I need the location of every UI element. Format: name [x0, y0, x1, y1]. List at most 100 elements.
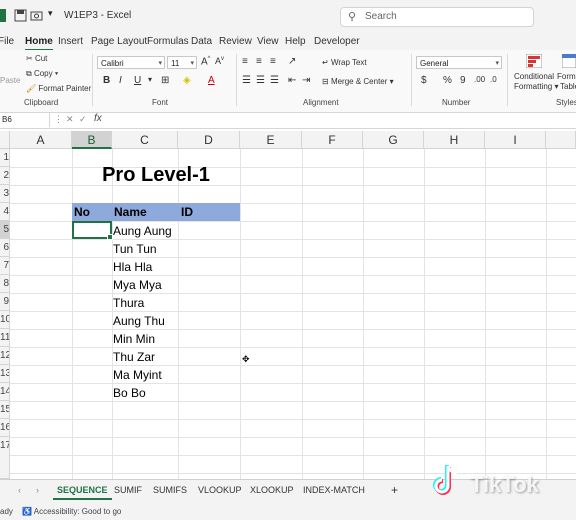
column-header-d[interactable]: D: [178, 131, 240, 149]
wrap-text-button[interactable]: ↵ Wrap Text: [322, 58, 367, 67]
row-header-2[interactable]: 2: [0, 167, 10, 185]
row-header-12[interactable]: 12: [0, 347, 10, 365]
header-id-cell[interactable]: ID: [179, 203, 193, 221]
scroll-tabs-left-icon[interactable]: ‹: [18, 485, 21, 495]
decrease-indent-icon[interactable]: ⇤: [288, 75, 296, 86]
name-cell[interactable]: Thura: [113, 294, 144, 312]
name-cell[interactable]: Mya Mya: [113, 276, 162, 294]
column-header-i[interactable]: I: [485, 131, 546, 149]
conditional-formatting-button-2[interactable]: Formatting ▾: [514, 82, 558, 91]
sheet-title-cell[interactable]: Pro Level-1: [72, 164, 240, 187]
fill-color-icon[interactable]: ◈: [183, 75, 191, 86]
column-header-b[interactable]: B: [72, 131, 112, 149]
italic-button[interactable]: I: [119, 75, 122, 86]
sheet-tab-xlookup[interactable]: XLOOKUP: [250, 485, 294, 495]
align-center-icon[interactable]: ☰: [256, 75, 265, 86]
format-painter-button[interactable]: 🖌 Format Painter: [26, 84, 91, 93]
font-color-icon[interactable]: A: [208, 75, 215, 86]
row-header-1[interactable]: 1: [0, 149, 10, 167]
name-box[interactable]: B6: [0, 113, 50, 127]
merge-center-button[interactable]: ⊟ Merge & Center ▾: [322, 77, 394, 86]
align-right-icon[interactable]: ☰: [270, 75, 279, 86]
format-as-table-button-2[interactable]: Table: [560, 82, 576, 91]
tab-data[interactable]: Data: [191, 36, 212, 47]
underline-dropdown[interactable]: ▾: [148, 75, 152, 84]
row-header-4[interactable]: 4: [0, 203, 10, 221]
column-header-h[interactable]: H: [424, 131, 485, 149]
increase-decimal-icon[interactable]: .00: [474, 75, 485, 84]
column-header-c[interactable]: C: [112, 131, 178, 149]
name-cell[interactable]: Aung Thu: [113, 312, 165, 330]
row-header-9[interactable]: 9: [0, 293, 10, 311]
tab-insert[interactable]: Insert: [58, 36, 83, 47]
comma-button[interactable]: 9: [460, 75, 466, 86]
format-as-table-button[interactable]: Forma: [557, 72, 576, 81]
sheet-tab-sequence[interactable]: SEQUENCE: [53, 485, 111, 500]
column-header-e[interactable]: E: [240, 131, 302, 149]
cancel-icon[interactable]: ✕: [66, 114, 74, 125]
percent-button[interactable]: %: [443, 75, 452, 86]
font-name-select[interactable]: Calibri ▾: [97, 56, 165, 69]
cut-button[interactable]: ✂ Cut: [26, 54, 47, 63]
row-header-6[interactable]: 6: [0, 239, 10, 257]
tab-formulas[interactable]: Formulas: [147, 36, 189, 47]
grow-font-button[interactable]: A^: [201, 56, 211, 67]
row-header-5[interactable]: 5: [0, 221, 10, 239]
sheet-tab-vlookup[interactable]: VLOOKUP: [198, 485, 242, 495]
column-header-g[interactable]: G: [363, 131, 424, 149]
underline-button[interactable]: U: [134, 75, 141, 86]
tab-view[interactable]: View: [257, 36, 279, 47]
tab-home[interactable]: Home: [25, 36, 53, 51]
row-header-10[interactable]: 10: [0, 311, 10, 329]
conditional-formatting-button[interactable]: Conditional: [514, 72, 554, 81]
name-cell[interactable]: Min Min: [113, 330, 155, 348]
borders-icon[interactable]: ⊞: [161, 75, 169, 86]
decrease-decimal-icon[interactable]: .0: [490, 75, 497, 84]
name-cell[interactable]: Tun Tun: [113, 240, 157, 258]
increase-indent-icon[interactable]: ⇥: [302, 75, 310, 86]
search-input[interactable]: Search: [365, 11, 397, 22]
cell-grid[interactable]: [10, 149, 576, 479]
name-cell[interactable]: Bo Bo: [113, 384, 146, 402]
sheet-tab-sumif[interactable]: SUMIF: [114, 485, 142, 495]
column-header-f[interactable]: F: [302, 131, 363, 149]
row-header-17[interactable]: 17: [0, 437, 10, 479]
row-header-13[interactable]: 13: [0, 365, 10, 383]
column-header-j[interactable]: [546, 131, 576, 149]
tab-help[interactable]: Help: [285, 36, 306, 47]
align-left-icon[interactable]: ☰: [242, 75, 251, 86]
row-header-14[interactable]: 14: [0, 383, 10, 401]
sheet-tab-index-match[interactable]: INDEX-MATCH: [303, 485, 365, 495]
folder-icon[interactable]: [30, 9, 43, 22]
scroll-tabs-right-icon[interactable]: ›: [36, 485, 39, 495]
tab-developer[interactable]: Developer: [314, 36, 360, 47]
header-no-cell[interactable]: No: [72, 203, 90, 221]
align-bottom-icon[interactable]: ≡: [270, 56, 276, 67]
align-top-icon[interactable]: ≡: [242, 56, 248, 67]
name-cell[interactable]: Ma Myint: [113, 366, 162, 384]
number-format-select[interactable]: General ▾: [416, 56, 502, 69]
currency-button[interactable]: $: [421, 75, 427, 86]
row-header-7[interactable]: 7: [0, 257, 10, 275]
select-all-corner[interactable]: [0, 131, 10, 149]
chevron-down-icon[interactable]: ▾: [48, 8, 61, 21]
shrink-font-button[interactable]: Av: [215, 56, 224, 66]
name-cell[interactable]: Hla Hla: [113, 258, 152, 276]
accessibility-status[interactable]: ♿ Accessibility: Good to go: [22, 507, 121, 516]
search-box[interactable]: ⚲ Search: [340, 7, 534, 27]
name-cell[interactable]: Thu Zar: [113, 348, 155, 366]
paste-button[interactable]: Paste: [0, 76, 20, 85]
sheet-tab-sumifs[interactable]: SUMIFS: [153, 485, 187, 495]
header-name-cell[interactable]: Name: [112, 203, 147, 221]
row-header-15[interactable]: 15: [0, 401, 10, 419]
tab-page-layout[interactable]: Page Layout: [91, 36, 147, 47]
tab-review[interactable]: Review: [219, 36, 252, 47]
column-header-a[interactable]: A: [10, 131, 72, 149]
row-header-8[interactable]: 8: [0, 275, 10, 293]
save-icon[interactable]: [14, 9, 27, 22]
add-sheet-button[interactable]: +: [391, 483, 398, 497]
tab-file[interactable]: File: [0, 36, 14, 47]
bold-button[interactable]: B: [103, 75, 110, 86]
font-size-select[interactable]: 11 ▾: [167, 56, 197, 69]
name-cell[interactable]: Aung Aung: [113, 222, 172, 240]
